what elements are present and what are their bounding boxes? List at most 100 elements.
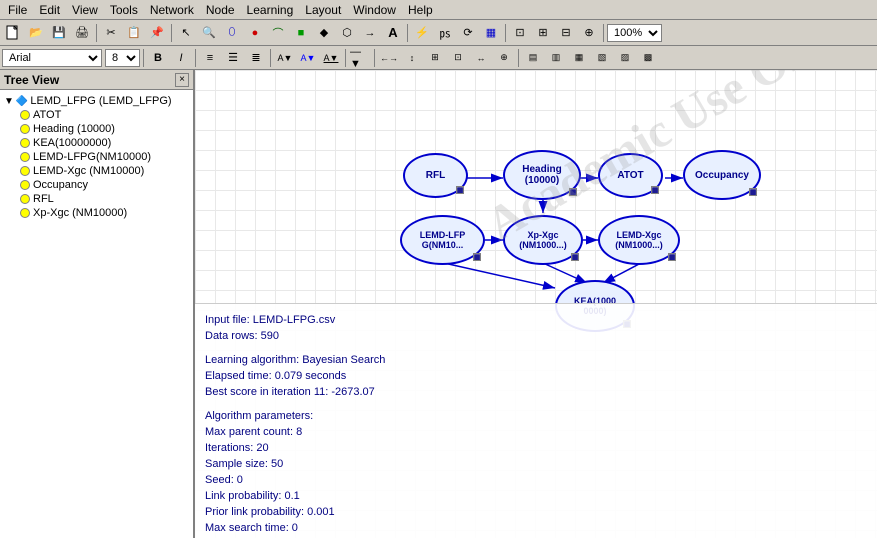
node-rfl[interactable]: RFL ▦ (403, 153, 468, 198)
sep7 (195, 49, 196, 67)
sep10 (374, 49, 375, 67)
text-tool[interactable]: A (382, 23, 404, 43)
ellipse-tool[interactable]: ⬯ (221, 23, 243, 43)
sep11 (518, 49, 519, 67)
select-button[interactable]: ↖ (175, 23, 197, 43)
menu-tools[interactable]: Tools (104, 1, 144, 19)
underline-color[interactable]: A▼ (320, 48, 342, 68)
bold-button[interactable]: B (147, 48, 169, 68)
tree-close-button[interactable]: × (175, 73, 189, 87)
tree-item-label-rfl: RFL (33, 193, 54, 205)
update-button[interactable]: ⟳ (457, 23, 479, 43)
info-prior-link: Prior link probability: 0.001 (205, 504, 867, 520)
menu-node[interactable]: Node (200, 1, 241, 19)
tree-item-label-heading: Heading (10000) (33, 123, 115, 135)
node-atot[interactable]: ATOT ▦ (598, 153, 663, 198)
circle-tool[interactable]: ● (244, 23, 266, 43)
font-size-select[interactable]: 8 (105, 49, 140, 67)
tree-item-occupancy[interactable]: Occupancy (2, 178, 191, 192)
menu-learning[interactable]: Learning (241, 1, 300, 19)
tree-item-atot[interactable]: ATOT (2, 108, 191, 122)
zoom-select[interactable]: 100% (607, 24, 662, 42)
search-button[interactable]: 🔍 (198, 23, 220, 43)
print-button[interactable]: 🖨 (71, 23, 93, 43)
format-btn6[interactable]: ⊕ (493, 48, 515, 68)
menu-edit[interactable]: Edit (33, 1, 66, 19)
tree-item-label-lemd-xgc: LEMD-Xgc (NM10000) (33, 165, 144, 177)
node-xp-xgc[interactable]: Xp-Xgc (NM1000...) ▦ (503, 215, 583, 265)
tree-item-xp-xgc[interactable]: Xp-Xgc (NM10000) (2, 206, 191, 220)
info-link-prob: Link probability: 0.1 (205, 488, 867, 504)
prob-button[interactable]: ㎰ (434, 23, 456, 43)
graph-area[interactable]: RFL ▦ Heading (10000) ▦ ATOT ▦ Occupancy… (195, 70, 877, 538)
tree-item-lemd-xgc[interactable]: LEMD-Xgc (NM10000) (2, 164, 191, 178)
arrange-btn4[interactable]: ▧ (591, 48, 613, 68)
info-area: Input file: LEMD-LFPG.csv Data rows: 590… (195, 303, 877, 538)
fill-color[interactable]: A▼ (274, 48, 296, 68)
arrange-btn6[interactable]: ▩ (637, 48, 659, 68)
align-left[interactable]: ≡ (199, 48, 221, 68)
node-heading[interactable]: Heading (10000) ▦ (503, 150, 581, 200)
zoom-btn3[interactable]: ⊟ (555, 23, 577, 43)
tree-item-rfl[interactable]: RFL (2, 192, 191, 206)
align-center[interactable]: ☰ (222, 48, 244, 68)
menu-network[interactable]: Network (144, 1, 200, 19)
menu-help[interactable]: Help (402, 1, 439, 19)
node-lemd-lfpg[interactable]: LEMD-LFP G(NM10... ▦ (400, 215, 485, 265)
tree-item-lemd-lfpg[interactable]: LEMD-LFPG(NM10000) (2, 150, 191, 164)
format-btn1[interactable]: ←→ (378, 48, 400, 68)
toolbar-row1: 📂 💾 🖨 ✂ 📋 📌 ↖ 🔍 ⬯ ● ⌒ ■ ◆ ⬡ → A ⚡ ㎰ ⟳ ▦ … (0, 20, 877, 46)
menu-layout[interactable]: Layout (299, 1, 347, 19)
tree-item-kea[interactable]: KEA(10000000) (2, 136, 191, 150)
zoom-fit-button[interactable]: ⊡ (509, 23, 531, 43)
zoom-btn4[interactable]: ⊕ (578, 23, 600, 43)
monitor-button[interactable]: ▦ (480, 23, 502, 43)
arrange-btn5[interactable]: ▨ (614, 48, 636, 68)
arrange-btn3[interactable]: ▦ (568, 48, 590, 68)
format-btn4[interactable]: ⊡ (447, 48, 469, 68)
edge-tool[interactable]: → (359, 23, 381, 43)
node-lemd-xgc[interactable]: LEMD-Xgc (NM1000...) ▦ (598, 215, 680, 265)
menu-window[interactable]: Window (347, 1, 402, 19)
node-lemd-lfpg-icon: ▦ (473, 253, 481, 261)
node-icon-kea (20, 138, 30, 148)
diamond-tool[interactable]: ◆ (313, 23, 335, 43)
node-atot-icon: ▦ (651, 186, 659, 194)
node-icon-rfl (20, 194, 30, 204)
sep6 (143, 49, 144, 67)
format-btn3[interactable]: ⊞ (424, 48, 446, 68)
arc-tool[interactable]: ⌒ (267, 23, 289, 43)
node-occupancy[interactable]: Occupancy ▦ (683, 150, 761, 200)
line-style[interactable]: —▼ (349, 48, 371, 68)
font-color[interactable]: A▼ (297, 48, 319, 68)
format-btn2[interactable]: ↕ (401, 48, 423, 68)
rect-tool[interactable]: ■ (290, 23, 312, 43)
paste-button[interactable]: 📌 (146, 23, 168, 43)
tree-content: ▼ 🔷 LEMD_LFPG (LEMD_LFPG) ATOT Heading (… (0, 90, 193, 538)
node-occupancy-label: Occupancy (695, 170, 749, 181)
font-family-select[interactable]: Arial (2, 49, 102, 67)
copy-button[interactable]: 📋 (123, 23, 145, 43)
node-xp-xgc-icon: ▦ (571, 253, 579, 261)
save-button[interactable]: 💾 (48, 23, 70, 43)
zoom-btn2[interactable]: ⊞ (532, 23, 554, 43)
toolbar-row2: Arial 8 B I ≡ ☰ ≣ A▼ A▼ A▼ —▼ ←→ ↕ ⊞ ⊡ ↔… (0, 46, 877, 70)
hex-tool[interactable]: ⬡ (336, 23, 358, 43)
menu-file[interactable]: File (2, 1, 33, 19)
run-button[interactable]: ⚡ (411, 23, 433, 43)
tree-item-heading[interactable]: Heading (10000) (2, 122, 191, 136)
new-button[interactable] (2, 23, 24, 43)
node-heading-label: Heading (10000) (522, 164, 561, 186)
align-right[interactable]: ≣ (245, 48, 267, 68)
arrange-btn2[interactable]: ▥ (545, 48, 567, 68)
graph-canvas: RFL ▦ Heading (10000) ▦ ATOT ▦ Occupancy… (195, 70, 877, 538)
cut-button[interactable]: ✂ (100, 23, 122, 43)
italic-button[interactable]: I (170, 48, 192, 68)
tree-root-item[interactable]: ▼ 🔷 LEMD_LFPG (LEMD_LFPG) (2, 94, 191, 108)
menu-view[interactable]: View (66, 1, 104, 19)
menubar: File Edit View Tools Network Node Learni… (0, 0, 877, 20)
node-icon-xp-xgc (20, 208, 30, 218)
open-button[interactable]: 📂 (25, 23, 47, 43)
format-btn5[interactable]: ↔ (470, 48, 492, 68)
arrange-btn1[interactable]: ▤ (522, 48, 544, 68)
